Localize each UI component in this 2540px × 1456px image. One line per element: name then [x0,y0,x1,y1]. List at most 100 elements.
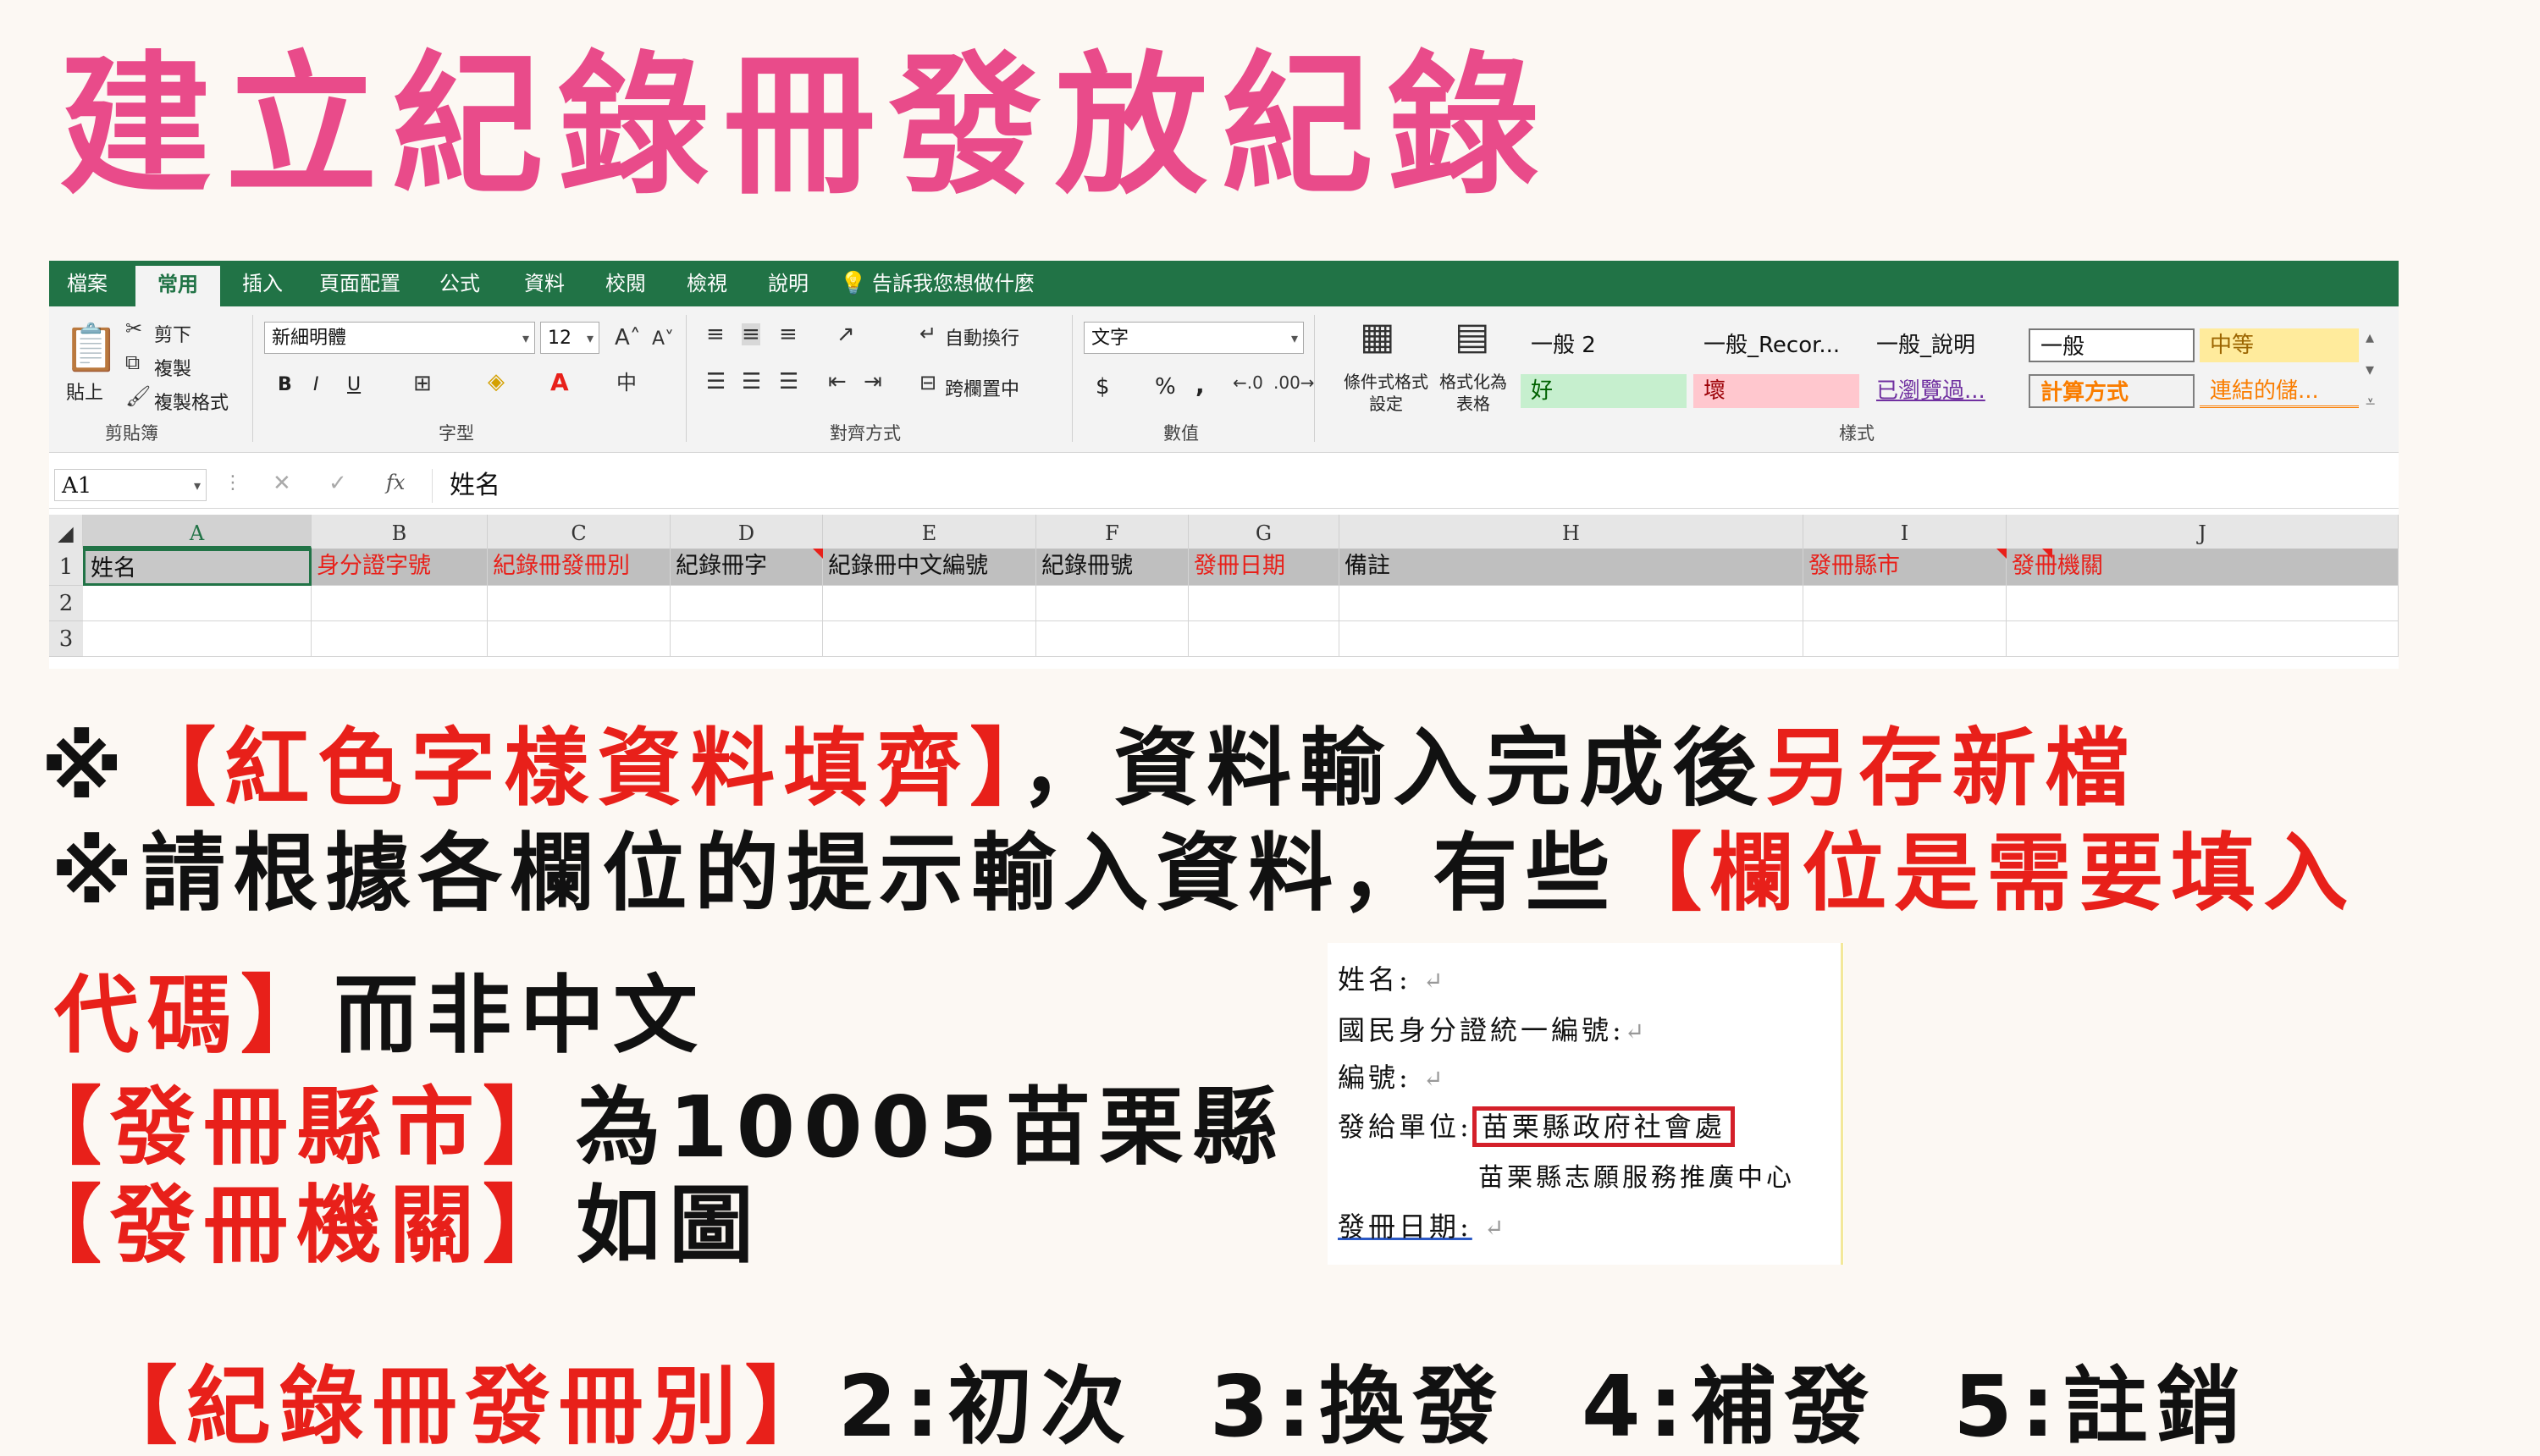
align-center-icon[interactable]: ☰ [742,371,761,393]
styles-scroll-up-icon[interactable]: ▴ [2366,328,2374,345]
styles-more-icon[interactable]: ⩡ [2366,393,2375,410]
cell-f3[interactable] [1036,621,1189,657]
tab-formulas[interactable]: 公式 [422,261,498,306]
cell-e1[interactable]: 紀錄冊中文編號 [823,549,1036,586]
cell-h2[interactable] [1339,586,1803,621]
cell-e2[interactable] [823,586,1036,621]
tab-page-layout[interactable]: 頁面配置 [305,261,415,306]
grow-font-icon[interactable]: A˄ [615,327,641,349]
cut-button[interactable]: 剪下 [154,320,191,347]
cell-b1[interactable]: 身分證字號 [312,549,488,586]
cell-b2[interactable] [312,586,488,621]
format-as-table-button[interactable]: 格式化為表格 [1439,371,1507,415]
column-header-h[interactable]: H [1339,515,1803,549]
cell-a2[interactable] [83,586,312,621]
cell-i2[interactable] [1803,586,2007,621]
enter-icon[interactable]: ✓ [329,472,347,494]
align-bottom-icon[interactable]: ≡ [779,323,798,345]
underline-button[interactable]: U [347,374,361,395]
style-followed-hyperlink[interactable]: 已瀏覽過... [1866,374,2024,408]
fill-color-icon[interactable]: ◈ [488,371,505,393]
column-header-e[interactable]: E [823,515,1036,549]
decrease-decimal-icon[interactable]: .00→ [1273,374,1315,391]
paste-icon[interactable]: 📋 [63,325,119,371]
comment-indicator[interactable] [2042,549,2052,559]
row-header-2[interactable]: 2 [49,586,83,621]
insert-function-icon[interactable]: fx [386,472,405,493]
comment-indicator[interactable] [813,549,823,559]
font-name-select[interactable]: 新細明體 ▾ [264,322,535,354]
column-header-i[interactable]: I [1803,515,2007,549]
increase-indent-icon[interactable]: ⇥ [864,371,882,393]
cell-i3[interactable] [1803,621,2007,657]
wrap-text-button[interactable]: 自動換行 [945,323,1019,350]
tab-view[interactable]: 檢視 [669,261,745,306]
cell-g2[interactable] [1189,586,1339,621]
cell-c1[interactable]: 紀錄冊發冊別 [488,549,671,586]
italic-button[interactable]: I [313,374,319,395]
column-header-f[interactable]: F [1036,515,1189,549]
column-header-a[interactable]: A [83,515,312,549]
merge-center-button[interactable]: 跨欄置中 [945,374,1019,401]
tab-help[interactable]: 說明 [750,261,826,306]
cell-h3[interactable] [1339,621,1803,657]
tab-file[interactable]: 檔案 [49,261,125,306]
shrink-font-icon[interactable]: A˅ [652,330,674,349]
comment-indicator[interactable] [1996,549,2007,559]
column-header-d[interactable]: D [671,515,823,549]
cell-b3[interactable] [312,621,488,657]
tell-me-search[interactable]: 告訴我您想做什麼 [872,261,1041,306]
column-header-b[interactable]: B [312,515,488,549]
conditional-format-button[interactable]: 條件式格式設定 [1336,371,1436,415]
font-color-icon[interactable]: A [550,371,569,394]
number-format-select[interactable]: 文字 ▾ [1084,322,1304,354]
style-bad[interactable]: 壞 [1693,374,1859,408]
column-header-c[interactable]: C [488,515,671,549]
cell-a1[interactable]: 姓名 [83,549,312,586]
cell-c2[interactable] [488,586,671,621]
tab-data[interactable]: 資料 [506,261,583,306]
cell-j2[interactable] [2007,586,2399,621]
paste-button[interactable]: 貼上 [66,378,103,405]
cell-f1[interactable]: 紀錄冊號 [1036,549,1189,586]
cell-d1[interactable]: 紀錄冊字 [671,549,823,586]
name-box[interactable]: A1 ▾ [54,469,207,501]
style-good[interactable]: 好 [1521,374,1687,408]
cell-h1[interactable]: 備註 [1339,549,1803,586]
cell-e3[interactable] [823,621,1036,657]
percent-button[interactable]: % [1155,374,1176,400]
style-normal-2[interactable]: 一般 2 [1521,328,1687,362]
bold-button[interactable]: B [278,374,292,395]
phonetic-icon[interactable]: 中 [616,372,637,393]
select-all-corner[interactable]: ◢ [49,515,83,549]
font-size-select[interactable]: 12 ▾ [540,322,599,354]
style-normal-record[interactable]: 一般_Recor... [1693,328,1859,362]
column-header-j[interactable]: J [2007,515,2399,549]
align-left-icon[interactable]: ☰ [706,371,726,393]
style-calculation[interactable]: 計算方式 [2029,374,2195,408]
row-header-1[interactable]: 1 [49,549,83,586]
row-header-3[interactable]: 3 [49,621,83,657]
copy-button[interactable]: 複製 [154,354,191,381]
cell-c3[interactable] [488,621,671,657]
style-neutral[interactable]: 中等 [2200,328,2359,362]
align-top-icon[interactable]: ≡ [706,323,725,345]
style-normal[interactable]: 一般 [2029,328,2195,362]
cell-j1[interactable]: 發冊機關 [2007,549,2399,586]
formula-input[interactable]: 姓名 [432,469,2388,503]
styles-scroll-down-icon[interactable]: ▾ [2366,361,2374,378]
align-right-icon[interactable]: ☰ [779,371,798,393]
decrease-indent-icon[interactable]: ⇤ [828,371,847,393]
cell-j3[interactable] [2007,621,2399,657]
cell-i1[interactable]: 發冊縣市 [1803,549,2007,586]
tab-insert[interactable]: 插入 [229,261,296,306]
format-painter-button[interactable]: 複製格式 [154,388,229,415]
currency-button[interactable]: $ [1096,374,1110,400]
cell-d2[interactable] [671,586,823,621]
cell-g3[interactable] [1189,621,1339,657]
column-header-g[interactable]: G [1189,515,1339,549]
tab-review[interactable]: 校閱 [588,261,664,306]
cell-a3[interactable] [83,621,312,657]
cell-f2[interactable] [1036,586,1189,621]
style-linked-cell[interactable]: 連結的儲... [2200,374,2359,408]
